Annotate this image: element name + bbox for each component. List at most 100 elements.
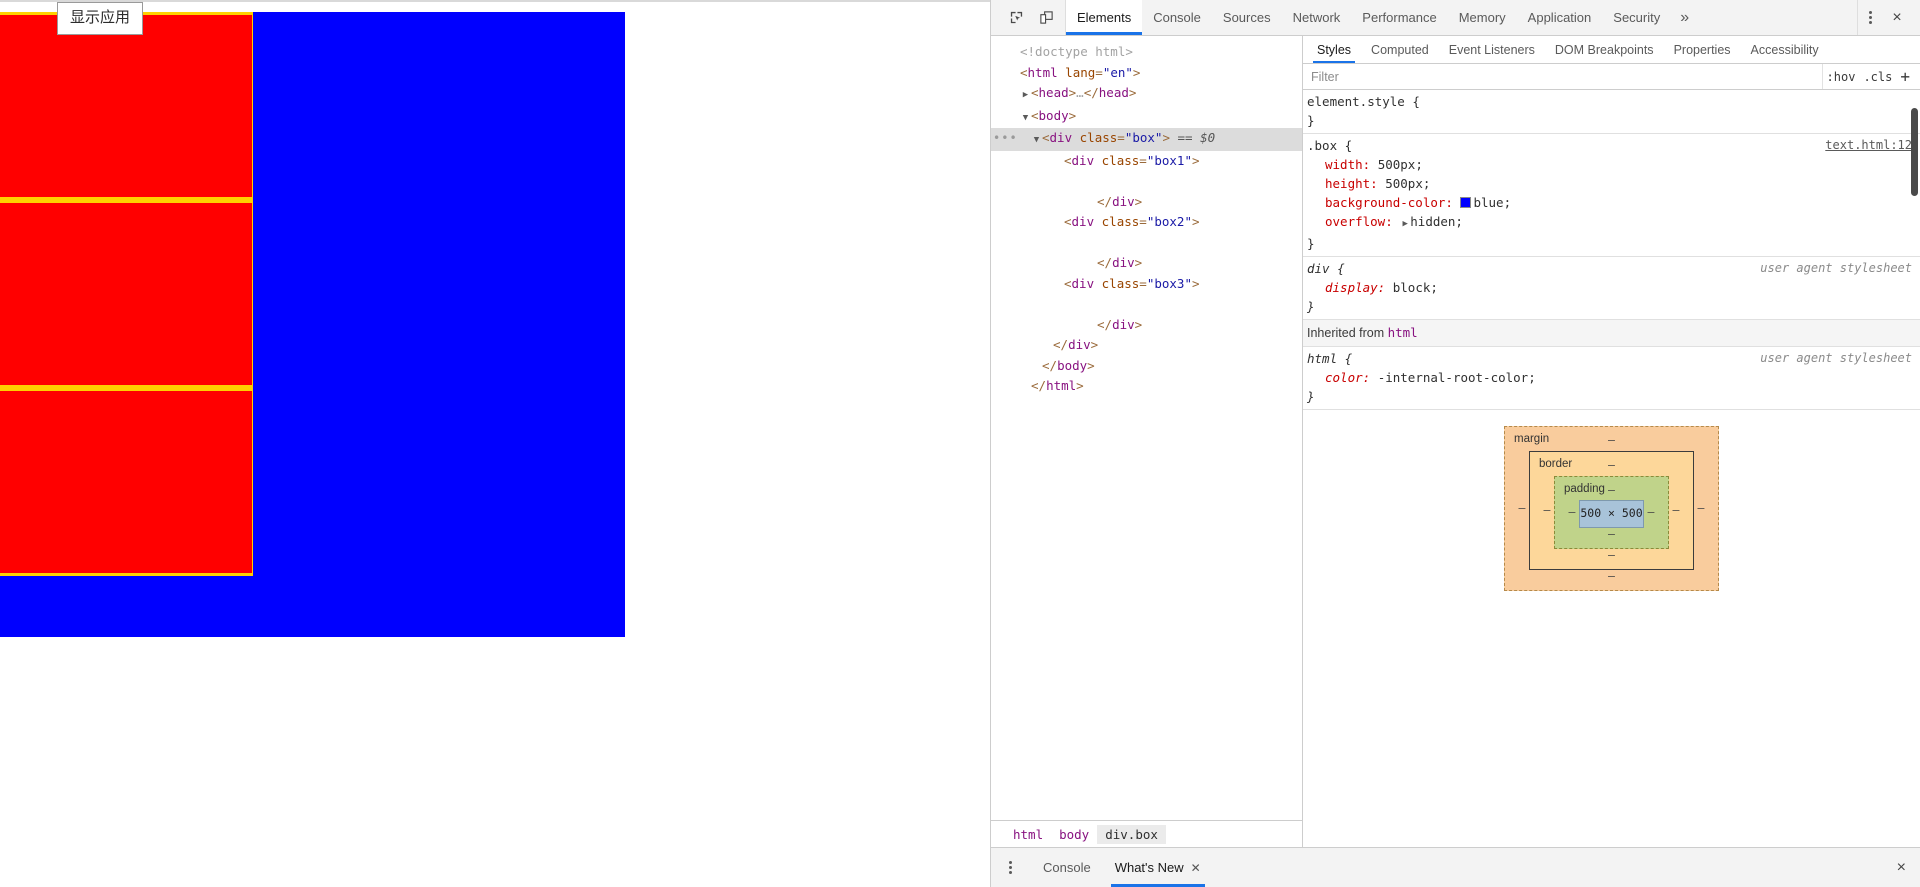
declaration-property[interactable]: height: [1307,176,1378,191]
more-tabs-icon[interactable]: » [1671,0,1698,35]
hov-toggle[interactable]: :hov [1827,70,1856,84]
box-model-border[interactable]: border – – padding – – 500 × 500 – – – – [1529,451,1694,570]
device-toolbar-icon[interactable] [1033,5,1059,31]
style-rule-selector[interactable]: element.style { [1307,92,1920,111]
dom-tree[interactable]: <!doctype html> <html lang="en"> ▶ <head>…<… [991,36,1302,820]
dom-tree-line[interactable]: <div class="box3"> [991,274,1302,295]
drawer-tab-close-icon[interactable]: ✕ [1191,861,1201,875]
padding-left-value[interactable]: – [1565,503,1579,522]
border-bottom-value[interactable]: – [1540,549,1683,562]
style-rule[interactable]: text.html:12 .box {width: 500px; height: 5… [1303,134,1920,257]
breadcrumb-item-html[interactable]: html [1005,825,1051,844]
dom-tree-line[interactable]: </body> [991,356,1302,377]
breadcrumb-item-body[interactable]: body [1051,825,1097,844]
new-style-rule-button[interactable]: + [1900,68,1912,85]
tab-elements[interactable]: Elements [1066,0,1143,35]
dom-tree-line[interactable]: </html> [991,376,1302,397]
declaration-value[interactable]: hidden; [1410,214,1463,229]
margin-right-value[interactable]: – [1694,499,1708,518]
style-declaration[interactable]: overflow: ▶ hidden; [1307,212,1920,234]
box-model-margin[interactable]: margin – – border – – padding – – 500 × … [1504,426,1719,591]
declaration-property[interactable]: display: [1307,280,1385,295]
box-model-padding[interactable]: padding – – 500 × 500 – – [1554,476,1669,549]
tab-sources[interactable]: Sources [1212,0,1282,35]
dom-tree-line[interactable] [991,233,1302,254]
styles-scrollbar[interactable] [1909,90,1920,847]
drawer-close-icon[interactable]: × [1893,859,1910,876]
color-swatch[interactable] [1460,197,1472,208]
style-rule[interactable]: user agent stylesheet html {color: -inter… [1303,347,1920,410]
kebab-menu-icon[interactable] [1858,5,1882,31]
border-left-value[interactable]: – [1540,501,1554,520]
styles-rules-list[interactable]: element.style {} text.html:12 .box {width:… [1303,90,1920,847]
div-box-blue-container[interactable] [0,12,625,637]
declaration-value[interactable]: 500px; [1378,157,1423,172]
close-icon[interactable]: × [1884,5,1910,31]
style-declaration[interactable]: height: 500px; [1307,174,1920,193]
margin-bottom-value[interactable]: – [1515,570,1708,583]
drawer-kebab-menu-icon[interactable] [997,855,1023,881]
div-box2-red[interactable] [0,200,253,388]
tab-dom-breakpoints[interactable]: DOM Breakpoints [1545,36,1664,63]
dom-tree-line[interactable] [991,294,1302,315]
breadcrumb-item-div-box[interactable]: div.box [1097,824,1166,844]
padding-right-value[interactable]: – [1644,503,1658,522]
dom-tree-line[interactable]: </div> [991,253,1302,274]
tab-console[interactable]: Console [1142,0,1212,35]
box-model-content-size[interactable]: 500 × 500 [1579,500,1644,528]
inspect-element-icon[interactable] [1003,5,1029,31]
declaration-property[interactable]: background-color: [1307,195,1453,210]
declaration-property[interactable]: width: [1307,157,1370,172]
dom-tree-line[interactable]: ••• ▼ <div class="box"> == $0 [991,128,1302,151]
declaration-value[interactable]: blue; [1473,195,1511,210]
tab-performance[interactable]: Performance [1351,0,1447,35]
padding-bottom-value[interactable]: – [1565,528,1658,541]
chevron-right-icon[interactable]: ▶ [1400,215,1410,234]
tab-security[interactable]: Security [1602,0,1671,35]
declaration-value[interactable]: block; [1393,280,1438,295]
div-box3-red[interactable] [0,388,253,576]
declaration-property[interactable]: overflow: [1307,214,1393,229]
tab-network[interactable]: Network [1282,0,1352,35]
style-declaration[interactable]: width: 500px; [1307,155,1920,174]
chevron-right-icon[interactable]: ▶ [1020,85,1031,106]
dom-tree-line[interactable]: </div> [991,315,1302,336]
dom-tree-line[interactable]: <html lang="en"> [991,63,1302,84]
tab-accessibility[interactable]: Accessibility [1741,36,1829,63]
tab-event-listeners[interactable]: Event Listeners [1439,36,1545,63]
dom-line-more-icon[interactable]: ••• [993,128,1018,149]
dom-tree-line[interactable]: ▼ <body> [991,106,1302,129]
chevron-down-icon[interactable]: ▼ [1031,130,1042,151]
declaration-value[interactable]: -internal-root-color; [1378,370,1536,385]
tab-application[interactable]: Application [1517,0,1603,35]
drawer-tab-whats-new[interactable]: What's New ✕ [1103,848,1213,887]
declaration-value[interactable]: 500px; [1385,176,1430,191]
dom-tree-line[interactable]: <div class="box2"> [991,212,1302,233]
dom-tree-line[interactable]: </div> [991,192,1302,213]
style-source-link[interactable]: text.html:12 [1825,136,1912,155]
dom-tree-line[interactable]: <div class="box1"> [991,151,1302,172]
tab-computed[interactable]: Computed [1361,36,1439,63]
chevron-down-icon[interactable]: ▼ [1020,108,1031,129]
tab-properties[interactable]: Properties [1664,36,1741,63]
border-right-value[interactable]: – [1669,501,1683,520]
div-box1-red[interactable] [0,12,253,200]
dom-tree-line[interactable]: <!doctype html> [991,42,1302,63]
style-declaration[interactable]: background-color: blue; [1307,193,1920,212]
inherited-from-source[interactable]: html [1388,325,1418,340]
margin-left-value[interactable]: – [1515,499,1529,518]
dom-tree-line[interactable]: ▶ <head>…</head> [991,83,1302,106]
declaration-property[interactable]: color: [1307,370,1370,385]
style-declaration[interactable]: color: -internal-root-color; [1307,368,1920,387]
tab-memory[interactable]: Memory [1448,0,1517,35]
tab-styles[interactable]: Styles [1307,36,1361,63]
dom-tree-line[interactable]: </div> [991,335,1302,356]
style-rule[interactable]: element.style {} [1303,90,1920,134]
styles-filter-input[interactable] [1303,63,1822,90]
style-declaration[interactable]: display: block; [1307,278,1920,297]
cls-toggle[interactable]: .cls [1863,70,1892,84]
dom-tree-line[interactable] [991,171,1302,192]
styles-scrollbar-thumb[interactable] [1911,108,1918,196]
drawer-tab-console[interactable]: Console [1031,848,1103,887]
style-rule[interactable]: user agent stylesheet div {display: block… [1303,257,1920,320]
